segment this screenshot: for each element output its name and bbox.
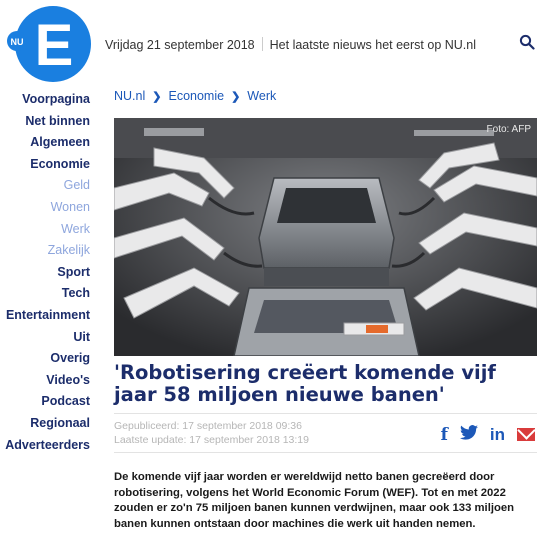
sidebar-item-regionaal[interactable]: Regionaal xyxy=(5,413,90,435)
sidebar-item-podcast[interactable]: Podcast xyxy=(5,391,90,413)
logo-graphic: NU E xyxy=(7,6,91,82)
sidebar-item-economie[interactable]: Economie xyxy=(5,154,90,176)
published-date: Gepubliceerd: 17 september 2018 09:36 xyxy=(114,420,302,432)
sidebar-item-overig[interactable]: Overig xyxy=(5,348,90,370)
sidebar-nav: Voorpagina Net binnen Algemeen Economie … xyxy=(5,89,90,456)
article-lead: De komende vijf jaar worden er wereldwij… xyxy=(114,471,515,530)
logo-badge-text: NU xyxy=(11,37,24,47)
article-title: 'Robotisering creëert komende vijf jaar … xyxy=(114,361,496,406)
photo-credit: Foto: AFP xyxy=(486,124,531,135)
linkedin-icon[interactable]: in xyxy=(490,425,505,444)
robot-factory-photo xyxy=(114,118,537,356)
header-tagline: Het laatste nieuws het eerst op NU.nl xyxy=(269,38,476,52)
sidebar-item-algemeen[interactable]: Algemeen xyxy=(5,132,90,154)
article-meta: Gepubliceerd: 17 september 2018 09:36 La… xyxy=(114,419,309,447)
sidebar-item-sport[interactable]: Sport xyxy=(5,262,90,284)
sidebar-item-zakelijk[interactable]: Zakelijk xyxy=(5,240,90,262)
sidebar-item-tech[interactable]: Tech xyxy=(5,283,90,305)
nu-logo[interactable]: NU E xyxy=(6,5,92,83)
header-divider xyxy=(261,37,263,51)
facebook-icon[interactable]: f xyxy=(441,426,448,444)
sidebar-item-videos[interactable]: Video's xyxy=(5,370,90,392)
twitter-icon[interactable] xyxy=(459,425,478,444)
sidebar-item-werk[interactable]: Werk xyxy=(5,219,90,241)
sidebar-item-uit[interactable]: Uit xyxy=(5,327,90,349)
sidebar-item-wonen[interactable]: Wonen xyxy=(5,197,90,219)
share-buttons: f in xyxy=(429,425,535,444)
article-hero-image: Foto: AFP xyxy=(114,118,537,356)
sidebar-item-adverteerders[interactable]: Adverteerders xyxy=(5,435,90,457)
email-icon[interactable] xyxy=(517,428,535,441)
sidebar-item-geld[interactable]: Geld xyxy=(5,175,90,197)
header-date: Vrijdag 21 september 2018 xyxy=(105,38,255,52)
sidebar-item-net-binnen[interactable]: Net binnen xyxy=(5,111,90,133)
sidebar-item-entertainment[interactable]: Entertainment xyxy=(5,305,90,327)
breadcrumb-werk[interactable]: Werk xyxy=(247,89,276,103)
search-icon[interactable] xyxy=(519,34,535,50)
meta-divider-top xyxy=(114,413,537,414)
chevron-right-icon: ❯ xyxy=(231,91,241,103)
updated-date: Laatste update: 17 september 2018 13:19 xyxy=(114,434,309,446)
breadcrumb: NU.nl ❯ Economie ❯ Werk xyxy=(114,89,276,103)
chevron-right-icon: ❯ xyxy=(152,91,162,103)
meta-divider-bottom xyxy=(114,452,537,453)
header-bar: Vrijdag 21 september 2018 Het laatste nie… xyxy=(105,37,476,52)
sidebar-item-voorpagina[interactable]: Voorpagina xyxy=(5,89,90,111)
breadcrumb-economie[interactable]: Economie xyxy=(168,89,224,103)
breadcrumb-nu-nl[interactable]: NU.nl xyxy=(114,89,145,103)
logo-letter: E xyxy=(35,13,74,78)
